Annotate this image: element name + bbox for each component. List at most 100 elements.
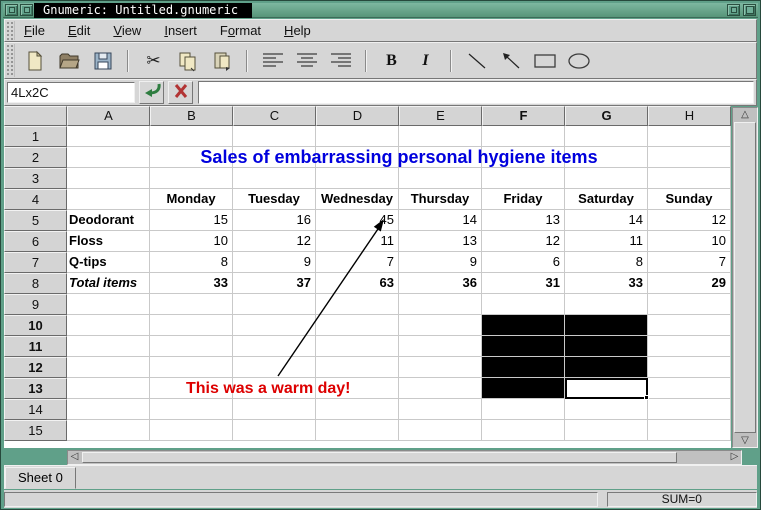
column-header-C[interactable]: C	[233, 106, 316, 126]
copy-button[interactable]	[173, 46, 202, 75]
cell-D14[interactable]	[316, 399, 399, 420]
title-bar[interactable]: Gnumeric: Untitled.gnumeric	[3, 3, 758, 18]
cell-B7[interactable]: 8	[150, 252, 233, 273]
cell-F5[interactable]: 13	[482, 210, 565, 231]
cell-F11[interactable]	[482, 336, 565, 357]
column-header-B[interactable]: B	[150, 106, 233, 126]
cell-D1[interactable]	[316, 126, 399, 147]
cell-C11[interactable]	[233, 336, 316, 357]
cell-G4[interactable]: Saturday	[565, 189, 648, 210]
column-header-A[interactable]: A	[67, 106, 150, 126]
cell-E7[interactable]: 9	[399, 252, 482, 273]
menu-bar-grip[interactable]	[6, 21, 15, 40]
cell-E15[interactable]	[399, 420, 482, 441]
cell-C2[interactable]	[233, 147, 316, 168]
cell-B11[interactable]	[150, 336, 233, 357]
maximize-icon[interactable]	[743, 4, 756, 16]
cell-A8[interactable]: Total items	[67, 273, 150, 294]
cell-G7[interactable]: 8	[565, 252, 648, 273]
tab-sheet0[interactable]: Sheet 0	[5, 467, 76, 489]
scroll-up-icon[interactable]: △	[734, 108, 756, 121]
column-header-E[interactable]: E	[399, 106, 482, 126]
cell-D15[interactable]	[316, 420, 399, 441]
open-folder-button[interactable]	[54, 46, 83, 75]
cell-H4[interactable]: Sunday	[648, 189, 731, 210]
align-right-button[interactable]	[326, 46, 355, 75]
window-menu-icon[interactable]	[20, 4, 33, 16]
horizontal-scrollbar[interactable]: ◁ ▷	[67, 450, 742, 465]
cell-F9[interactable]	[482, 294, 565, 315]
cell-H1[interactable]	[648, 126, 731, 147]
cell-D4[interactable]: Wednesday	[316, 189, 399, 210]
cell-G15[interactable]	[565, 420, 648, 441]
cell-D7[interactable]: 7	[316, 252, 399, 273]
cell-E3[interactable]	[399, 168, 482, 189]
cell-E1[interactable]	[399, 126, 482, 147]
cell-C1[interactable]	[233, 126, 316, 147]
cell-C13[interactable]	[233, 378, 316, 399]
column-header-D[interactable]: D	[316, 106, 399, 126]
cell-A3[interactable]	[67, 168, 150, 189]
cell-F4[interactable]: Friday	[482, 189, 565, 210]
cell-A11[interactable]	[67, 336, 150, 357]
cell-D10[interactable]	[316, 315, 399, 336]
cell-E12[interactable]	[399, 357, 482, 378]
scroll-right-icon[interactable]: ▷	[728, 451, 741, 463]
row-header-15[interactable]: 15	[4, 420, 67, 441]
scroll-left-icon[interactable]: ◁	[68, 451, 81, 463]
cell-E5[interactable]: 14	[399, 210, 482, 231]
confirm-enter-button[interactable]	[139, 81, 164, 104]
cut-button[interactable]: ✂	[139, 46, 168, 75]
draw-rectangle-button[interactable]	[530, 46, 559, 75]
cell-F15[interactable]	[482, 420, 565, 441]
cell-A7[interactable]: Q-tips	[67, 252, 150, 273]
cell-H9[interactable]	[648, 294, 731, 315]
cell-C9[interactable]	[233, 294, 316, 315]
row-header-5[interactable]: 5	[4, 210, 67, 231]
cell-B10[interactable]	[150, 315, 233, 336]
row-header-4[interactable]: 4	[4, 189, 67, 210]
cell-E9[interactable]	[399, 294, 482, 315]
bold-button[interactable]: B	[377, 46, 406, 75]
row-header-1[interactable]: 1	[4, 126, 67, 147]
cell-A6[interactable]: Floss	[67, 231, 150, 252]
cell-H11[interactable]	[648, 336, 731, 357]
cell-H3[interactable]	[648, 168, 731, 189]
cell-F7[interactable]: 6	[482, 252, 565, 273]
row-header-11[interactable]: 11	[4, 336, 67, 357]
row-header-9[interactable]: 9	[4, 294, 67, 315]
row-header-13[interactable]: 13	[4, 378, 67, 399]
cell-C7[interactable]: 9	[233, 252, 316, 273]
cell-A9[interactable]	[67, 294, 150, 315]
cell-A12[interactable]	[67, 357, 150, 378]
cell-E6[interactable]: 13	[399, 231, 482, 252]
cell-A4[interactable]	[67, 189, 150, 210]
cell-B8[interactable]: 33	[150, 273, 233, 294]
row-header-8[interactable]: 8	[4, 273, 67, 294]
cell-D9[interactable]	[316, 294, 399, 315]
draw-line-button[interactable]	[462, 46, 491, 75]
cell-G3[interactable]	[565, 168, 648, 189]
cell-E11[interactable]	[399, 336, 482, 357]
row-header-10[interactable]: 10	[4, 315, 67, 336]
cell-C10[interactable]	[233, 315, 316, 336]
cell-G13[interactable]	[565, 378, 648, 399]
cell-B2[interactable]	[150, 147, 233, 168]
draw-ellipse-button[interactable]	[564, 46, 593, 75]
row-header-7[interactable]: 7	[4, 252, 67, 273]
vertical-scroll-thumb[interactable]	[734, 122, 756, 433]
cell-G14[interactable]	[565, 399, 648, 420]
cell-E13[interactable]	[399, 378, 482, 399]
cell-G9[interactable]	[565, 294, 648, 315]
column-header-H[interactable]: H	[648, 106, 731, 126]
cell-H5[interactable]: 12	[648, 210, 731, 231]
cell-C4[interactable]: Tuesday	[233, 189, 316, 210]
cell-B4[interactable]: Monday	[150, 189, 233, 210]
cell-C6[interactable]: 12	[233, 231, 316, 252]
menu-help[interactable]: Help	[284, 23, 311, 38]
fill-handle[interactable]	[644, 395, 649, 400]
cell-F1[interactable]	[482, 126, 565, 147]
horizontal-scroll-thumb[interactable]	[82, 452, 677, 463]
cell-D11[interactable]	[316, 336, 399, 357]
cell-F3[interactable]	[482, 168, 565, 189]
